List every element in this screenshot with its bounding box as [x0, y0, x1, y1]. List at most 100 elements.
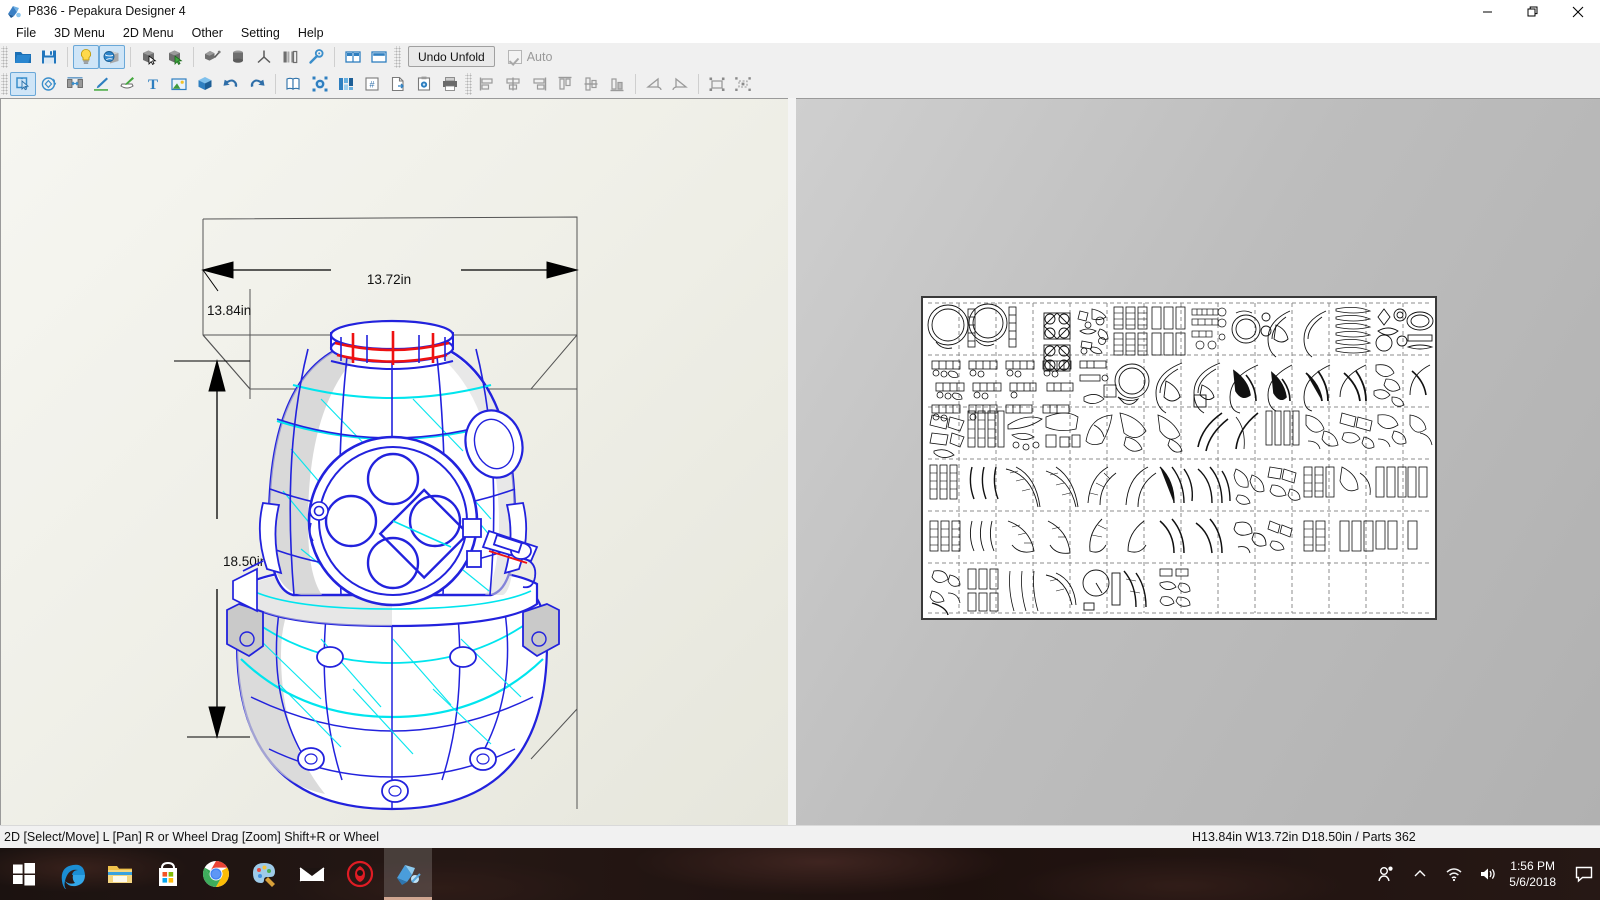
view-3d-panel[interactable]: 13.72in 13.84in 18.50in: [0, 98, 788, 825]
toolbar-grip[interactable]: [1, 45, 8, 68]
close-button[interactable]: [1555, 0, 1600, 23]
divide-face-icon[interactable]: [114, 72, 140, 96]
select-part-icon[interactable]: [162, 45, 188, 69]
taskbar-store[interactable]: [144, 848, 192, 900]
align-right-icon[interactable]: [526, 72, 552, 96]
undo-icon[interactable]: [218, 72, 244, 96]
join-disjoin-icon[interactable]: [62, 72, 88, 96]
open-file-icon[interactable]: [10, 45, 36, 69]
status-hint: 2D [Select/Move] L [Pan] R or Wheel Drag…: [4, 830, 380, 844]
select-face-icon[interactable]: [136, 45, 162, 69]
taskbar-chrome[interactable]: [192, 848, 240, 900]
unfold-pattern-page[interactable]: [921, 296, 1437, 620]
minimize-button[interactable]: [1465, 0, 1510, 23]
add-text-icon[interactable]: T: [140, 72, 166, 96]
network-wifi-icon[interactable]: [1437, 848, 1471, 900]
flip-faces-icon[interactable]: [277, 45, 303, 69]
arrange-parts-icon[interactable]: [333, 72, 359, 96]
pepakura-designer-window: P836 - Pepakura Designer 4 File 3D Menu: [0, 0, 1600, 900]
add-image-icon[interactable]: [166, 72, 192, 96]
restore-button[interactable]: [1510, 0, 1555, 23]
view-2d-panel[interactable]: [796, 98, 1600, 825]
select-all-parts-icon[interactable]: [704, 72, 730, 96]
taskbar-red-app[interactable]: [336, 848, 384, 900]
toolbar-separator: [635, 73, 636, 94]
axis-tripod-icon[interactable]: [251, 45, 277, 69]
texture-model-icon[interactable]: [99, 44, 125, 69]
toolbar-row-1: Undo Unfold Auto: [0, 43, 1600, 70]
rotate-left-icon[interactable]: [641, 72, 667, 96]
align-center-horizontal-icon[interactable]: [500, 72, 526, 96]
unfold-2d-canvas[interactable]: [796, 99, 1600, 825]
export-icon[interactable]: [385, 72, 411, 96]
lighting-bulb-icon[interactable]: [73, 44, 99, 69]
taskbar-items: [0, 848, 432, 900]
taskbar-file-explorer[interactable]: [96, 848, 144, 900]
taskbar-pepakura[interactable]: [384, 848, 432, 900]
save-file-icon[interactable]: [36, 45, 62, 69]
people-icon[interactable]: [1369, 848, 1403, 900]
toolbar-separator: [334, 46, 335, 67]
unfold-3d-icon[interactable]: [192, 72, 218, 96]
toolbar-separator: [698, 73, 699, 94]
dimension-width-label: 13.72in: [367, 272, 411, 287]
pepakura-icon: [8, 6, 21, 18]
toolbar-grip[interactable]: [465, 72, 472, 95]
menu-file[interactable]: File: [7, 24, 45, 42]
toolbar-separator: [130, 46, 131, 67]
toolbar-grip[interactable]: [394, 45, 401, 68]
menu-help[interactable]: Help: [289, 24, 333, 42]
checkbox-box[interactable]: [507, 49, 522, 64]
dimension-depth-label: 13.84in: [207, 303, 251, 318]
split-view-vertical-icon[interactable]: [340, 45, 366, 69]
show-hidden-icons-chevron[interactable]: [1403, 848, 1437, 900]
scatter-parts-icon[interactable]: [730, 72, 756, 96]
rotate-part-icon[interactable]: [36, 72, 62, 96]
align-left-icon[interactable]: [474, 72, 500, 96]
menu-3d[interactable]: 3D Menu: [45, 24, 114, 42]
menu-2d[interactable]: 2D Menu: [114, 24, 183, 42]
status-bar: 2D [Select/Move] L [Pan] R or Wheel Drag…: [0, 825, 1600, 849]
edit-flap-icon[interactable]: [88, 72, 114, 96]
menu-other[interactable]: Other: [183, 24, 232, 42]
undo-unfold-button[interactable]: Undo Unfold: [408, 46, 495, 67]
number-parts-icon[interactable]: #: [359, 72, 385, 96]
joint-edges-icon[interactable]: [303, 45, 329, 69]
align-middle-vertical-icon[interactable]: [578, 72, 604, 96]
volume-speaker-icon[interactable]: [1471, 848, 1505, 900]
taskbar-mail[interactable]: [288, 848, 336, 900]
svg-text:#: #: [369, 79, 374, 89]
taskbar-paint3d[interactable]: [240, 848, 288, 900]
auto-label: Auto: [526, 49, 553, 64]
taskbar-edge[interactable]: [48, 848, 96, 900]
paint-model-icon[interactable]: [199, 45, 225, 69]
select-move-2d-icon[interactable]: [10, 71, 36, 96]
auto-unfold-checkbox[interactable]: Auto: [507, 49, 553, 64]
align-bottom-icon[interactable]: [604, 72, 630, 96]
window-controls: [1465, 0, 1600, 23]
clock-date: 5/6/2018: [1509, 875, 1556, 889]
model-3d-canvas[interactable]: 13.72in 13.84in 18.50in: [1, 99, 788, 825]
menu-bar: File 3D Menu 2D Menu Other Setting Help: [0, 23, 1600, 43]
window-title: P836 - Pepakura Designer 4: [28, 4, 186, 18]
toolbar-grip[interactable]: [1, 72, 8, 95]
start-button[interactable]: [0, 848, 48, 900]
print-icon[interactable]: [437, 72, 463, 96]
taskbar-clock[interactable]: 1:56 PM 5/6/2018: [1505, 848, 1568, 900]
menu-setting[interactable]: Setting: [232, 24, 289, 42]
redo-icon[interactable]: [244, 72, 270, 96]
toolbar-separator: [67, 46, 68, 67]
single-view-icon[interactable]: [366, 45, 392, 69]
toolbar-separator: [193, 46, 194, 67]
align-top-icon[interactable]: [552, 72, 578, 96]
page-layout-icon[interactable]: [281, 72, 307, 96]
clipboard-copy-icon[interactable]: [411, 72, 437, 96]
rotate-right-icon[interactable]: [667, 72, 693, 96]
fit-page-icon[interactable]: [307, 72, 333, 96]
pane-splitter[interactable]: [788, 98, 796, 825]
action-center-icon[interactable]: [1568, 848, 1600, 900]
cylinder-primitive-icon[interactable]: [225, 45, 251, 69]
svg-text:T: T: [148, 77, 158, 93]
windows-taskbar: 1:56 PM 5/6/2018: [0, 848, 1600, 900]
status-model-info: H13.84in W13.72in D18.50in / Parts 362: [1192, 830, 1416, 844]
